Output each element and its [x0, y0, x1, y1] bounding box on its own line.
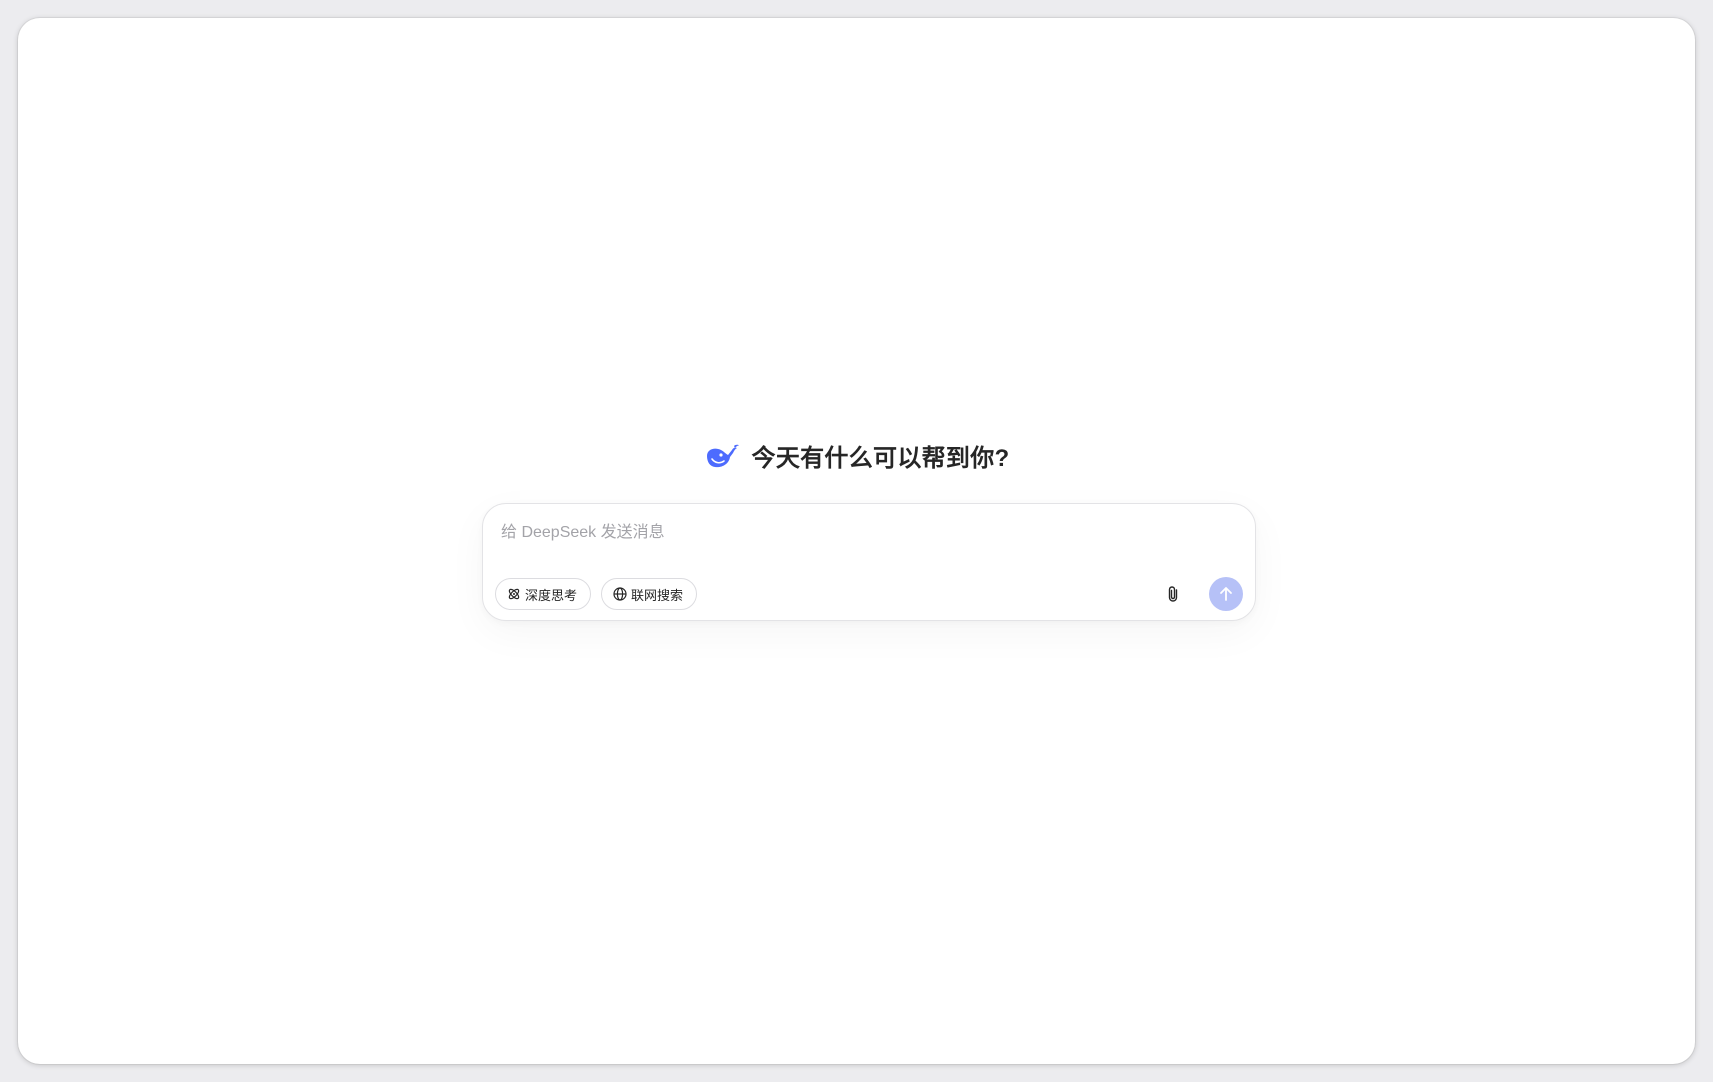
- paperclip-icon: [1166, 585, 1182, 603]
- arrow-up-icon: [1218, 586, 1234, 602]
- welcome-header: 今天有什么可以帮到你?: [18, 438, 1695, 473]
- deep-think-label: 深度思考: [525, 587, 578, 603]
- send-button[interactable]: [1209, 577, 1243, 611]
- globe-icon: [613, 587, 627, 601]
- deepseek-whale-icon: [704, 442, 740, 470]
- attach-file-button[interactable]: [1163, 583, 1185, 605]
- message-input[interactable]: [501, 520, 1201, 546]
- web-search-label: 联网搜索: [631, 587, 684, 603]
- message-composer: 深度思考 联网搜索: [482, 503, 1256, 621]
- app-window: 今天有什么可以帮到你? 深度思考 联网搜索: [18, 18, 1695, 1064]
- deep-think-icon: [507, 587, 521, 601]
- greeting-title: 今天有什么可以帮到你?: [751, 445, 1010, 472]
- web-search-toggle[interactable]: 联网搜索: [601, 578, 697, 610]
- deep-think-toggle[interactable]: 深度思考: [495, 578, 591, 610]
